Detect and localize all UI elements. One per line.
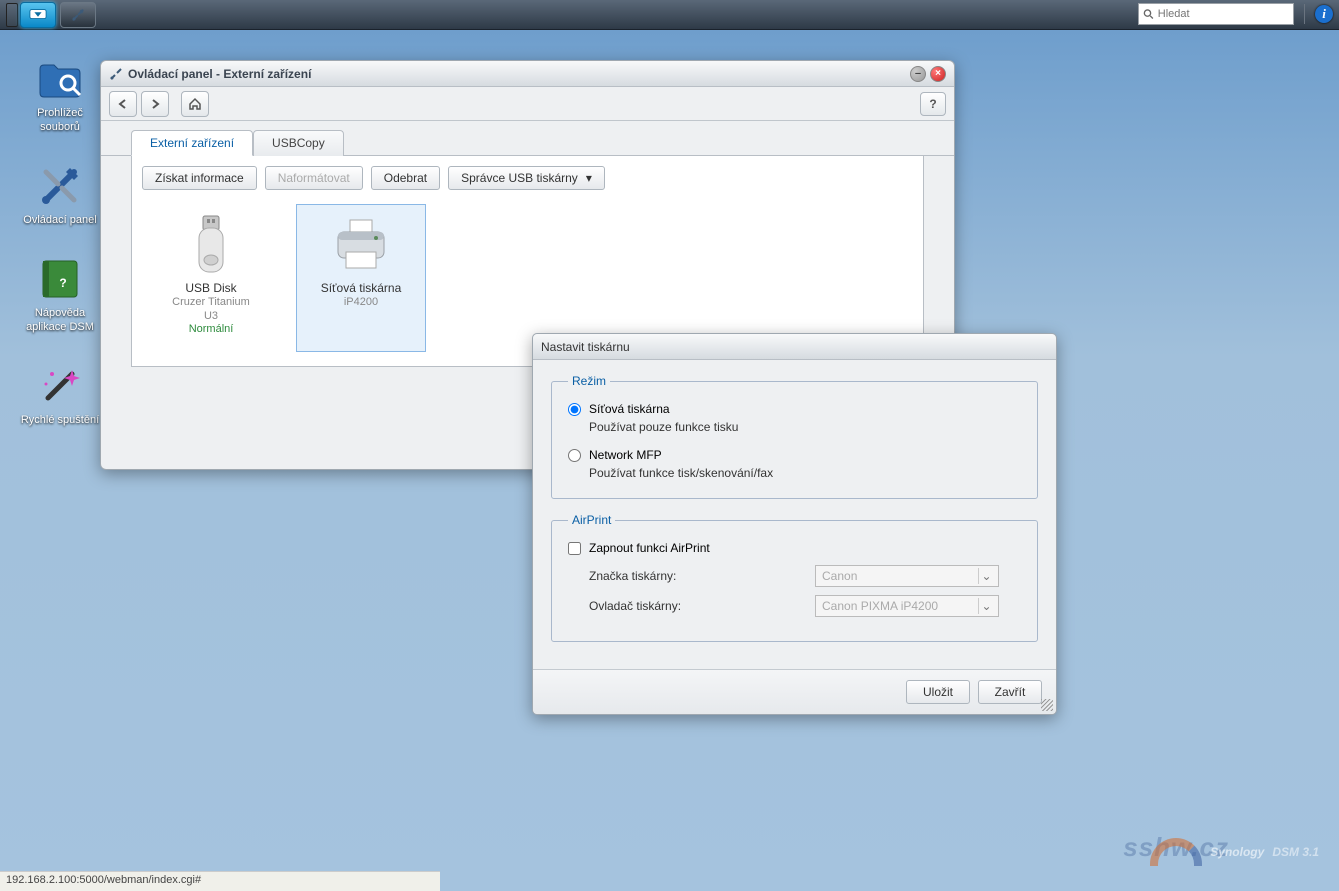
window-titlebar[interactable]: Ovládací panel - Externí zařízení – × [101, 61, 954, 87]
home-icon [188, 97, 202, 111]
gauge-icon [1150, 838, 1202, 866]
printer-brand-row: Značka tiskárny: Canon⌄ [589, 565, 1021, 587]
field-label: Značka tiskárny: [589, 569, 815, 583]
radio-input[interactable] [568, 403, 581, 416]
dialog-body: Režim Síťová tiskárna Používat pouze fun… [533, 360, 1056, 666]
close-button[interactable]: × [930, 66, 946, 82]
mode-fieldset: Režim Síťová tiskárna Používat pouze fun… [551, 374, 1038, 499]
desktop-icon-label: Ovládací panel [20, 213, 100, 227]
desktop-icon-control-panel[interactable]: Ovládací panel [20, 162, 100, 227]
tools-icon [109, 67, 123, 81]
radio-description: Používat funkce tisk/skenování/fax [589, 466, 1021, 480]
close-dialog-button[interactable]: Zavřít [978, 680, 1042, 704]
radio-label: Síťová tiskárna [589, 402, 670, 416]
search-icon [1143, 8, 1154, 20]
dialog-footer: Uložit Zavřít [533, 669, 1056, 714]
search-box[interactable] [1138, 3, 1294, 25]
radio-network-printer[interactable]: Síťová tiskárna [568, 402, 1021, 416]
desktop-icon-label: Rychlé spuštění [20, 413, 100, 427]
enable-airprint-checkbox[interactable]: Zapnout funkci AirPrint [568, 541, 1021, 555]
action-bar: Získat informace Naformátovat Odebrat Sp… [142, 166, 913, 190]
device-sub: iP4200 [301, 295, 421, 309]
desktop-icon-label: Nápověda aplikace DSM [20, 306, 100, 334]
chevron-down-icon: ⌄ [978, 598, 994, 614]
menu-dropdown-icon [29, 8, 47, 22]
caret-down-icon: ▾ [586, 171, 592, 185]
airprint-legend: AirPrint [568, 513, 615, 527]
format-button[interactable]: Naformátovat [265, 166, 363, 190]
radio-network-mfp[interactable]: Network MFP [568, 448, 1021, 462]
dialog-titlebar[interactable]: Nastavit tiskárnu [533, 334, 1056, 360]
taskbar-handle[interactable] [6, 3, 18, 27]
tab-external-devices[interactable]: Externí zařízení [131, 130, 253, 156]
printer-driver-row: Ovladač tiskárny: Canon PIXMA iP4200⌄ [589, 595, 1021, 617]
dialog-title: Nastavit tiskárnu [541, 340, 1048, 354]
device-status: Normální [151, 323, 271, 335]
info-icon[interactable]: i [1315, 5, 1333, 23]
help-book-icon: ? [36, 255, 84, 303]
arrow-left-icon [117, 98, 129, 110]
remove-button[interactable]: Odebrat [371, 166, 440, 190]
usb-disk-icon [151, 211, 271, 279]
main-menu-button[interactable] [20, 2, 56, 28]
field-label: Ovladač tiskárny: [589, 599, 815, 613]
device-usb-disk[interactable]: USB Disk Cruzer Titanium U3 Normální [146, 204, 276, 352]
device-name: Síťová tiskárna [301, 281, 421, 295]
help-button[interactable]: ? [920, 92, 946, 116]
back-button[interactable] [109, 91, 137, 117]
desktop-icon-label: Prohlížeč souborů [20, 106, 100, 134]
checkbox-input[interactable] [568, 542, 581, 555]
home-button[interactable] [181, 91, 209, 117]
tools-button[interactable] [60, 2, 96, 28]
device-network-printer[interactable]: Síťová tiskárna iP4200 [296, 204, 426, 352]
tab-usbcopy[interactable]: USBCopy [253, 130, 344, 156]
radio-input[interactable] [568, 449, 581, 462]
forward-button[interactable] [141, 91, 169, 117]
minimize-button[interactable]: – [910, 66, 926, 82]
desktop-icon-file-browser[interactable]: Prohlížeč souborů [20, 55, 100, 134]
tools-cross-icon [36, 162, 84, 210]
save-button[interactable]: Uložit [906, 680, 970, 704]
resize-grip[interactable] [1041, 699, 1053, 711]
folder-search-icon [36, 55, 84, 103]
desktop-icon-help[interactable]: ? Nápověda aplikace DSM [20, 255, 100, 334]
tools-icon [69, 8, 87, 22]
airprint-fieldset: AirPrint Zapnout funkci AirPrint Značka … [551, 513, 1038, 642]
device-sub: Cruzer Titanium [151, 295, 271, 309]
printer-icon [301, 211, 421, 279]
nav-toolbar: ? [101, 87, 954, 121]
tab-bar: Externí zařízení USBCopy [101, 121, 954, 156]
printer-driver-select: Canon PIXMA iP4200⌄ [815, 595, 999, 617]
desktop-icons: Prohlížeč souborů Ovládací panel ? Nápov… [20, 55, 100, 455]
device-sub: U3 [151, 309, 271, 323]
usb-printer-mgr-button[interactable]: Správce USB tiskárny▾ [448, 166, 605, 190]
radio-label: Network MFP [589, 448, 662, 462]
get-info-button[interactable]: Získat informace [142, 166, 257, 190]
checkbox-label: Zapnout funkci AirPrint [589, 541, 710, 555]
printer-brand-select: Canon⌄ [815, 565, 999, 587]
browser-statusbar: 192.168.2.100:5000/webman/index.cgi# [0, 871, 440, 891]
svg-text:?: ? [59, 276, 66, 290]
radio-description: Používat pouze funkce tisku [589, 420, 1021, 434]
desktop-icon-quick-start[interactable]: Rychlé spuštění [20, 362, 100, 427]
arrow-right-icon [149, 98, 161, 110]
mode-legend: Režim [568, 374, 610, 388]
search-input[interactable] [1158, 8, 1289, 20]
taskbar: i [0, 0, 1339, 30]
wand-icon [36, 362, 84, 410]
printer-setup-dialog: Nastavit tiskárnu Režim Síťová tiskárna … [532, 333, 1057, 715]
chevron-down-icon: ⌄ [978, 568, 994, 584]
synology-branding: Synology DSM 3.1 [1150, 838, 1319, 866]
device-name: USB Disk [151, 281, 271, 295]
window-title: Ovládací panel - Externí zařízení [128, 67, 906, 81]
